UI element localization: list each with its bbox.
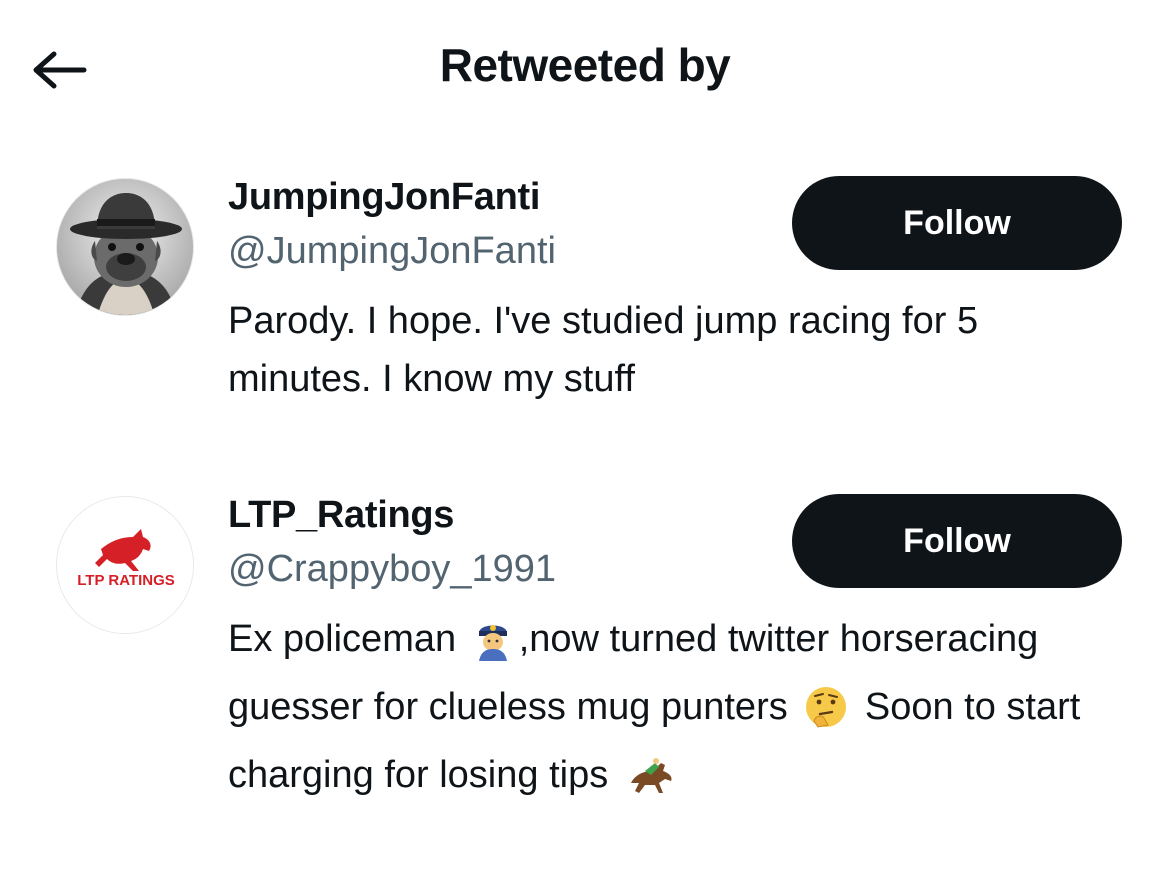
horse-racing-emoji bbox=[625, 753, 677, 814]
user-bio: Ex policeman ,now turned twitter horsera… bbox=[228, 610, 1108, 814]
bulldog-in-hat-avatar bbox=[57, 179, 193, 315]
display-name[interactable]: LTP_Ratings bbox=[228, 494, 454, 537]
thinking-face-emoji bbox=[804, 685, 848, 746]
follow-button[interactable]: Follow bbox=[792, 176, 1122, 270]
user-handle: @JumpingJonFanti bbox=[228, 230, 556, 272]
retweeted-by-page: Retweeted by JumpingJonFanti @JumpingJon… bbox=[0, 0, 1170, 871]
avatar[interactable] bbox=[56, 178, 194, 316]
avatar[interactable]: LTP RATINGS bbox=[56, 496, 194, 634]
follow-button[interactable]: Follow bbox=[792, 494, 1122, 588]
user-cell[interactable]: JumpingJonFanti @JumpingJonFanti Follow … bbox=[0, 0, 1170, 420]
police-officer-emoji bbox=[473, 617, 513, 678]
user-bio: Parody. I hope. I've studied jump racing… bbox=[228, 300, 979, 400]
bio-text: Ex policeman bbox=[228, 618, 457, 660]
user-cell[interactable]: LTP RATINGS LTP_Ratings @Crappyboy_1991 … bbox=[0, 420, 1170, 871]
logo-text: LTP RATINGS bbox=[77, 572, 175, 589]
ltp-ratings-logo-avatar: LTP RATINGS bbox=[57, 497, 193, 633]
display-name[interactable]: JumpingJonFanti bbox=[228, 176, 540, 219]
user-handle: @Crappyboy_1991 bbox=[228, 548, 557, 590]
